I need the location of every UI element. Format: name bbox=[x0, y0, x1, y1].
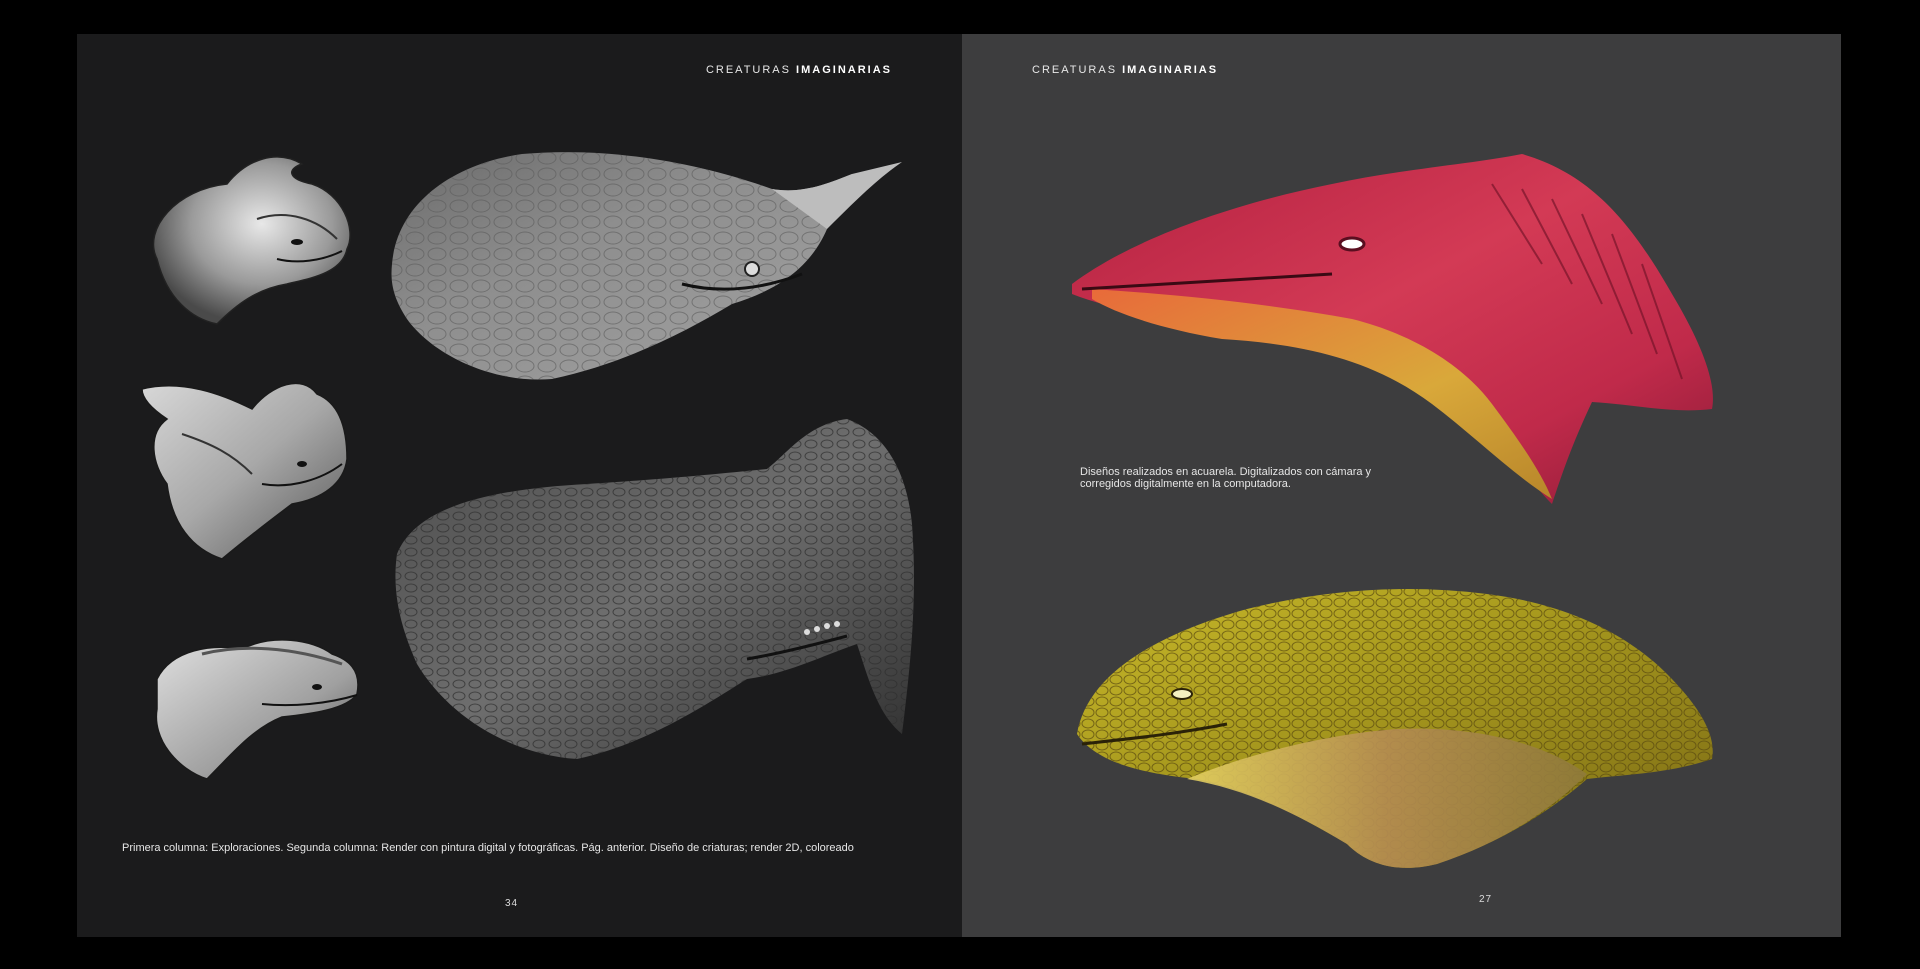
exploration-sketch-3 bbox=[155, 639, 359, 780]
left-page-number: 34 bbox=[505, 898, 519, 909]
left-page-header: CREATURAS IMAGINARIAS bbox=[706, 64, 892, 76]
right-page-caption: Diseños realizados en acuarela. Digitali… bbox=[1080, 466, 1372, 490]
exploration-sketch-2 bbox=[141, 382, 348, 560]
right-page-number: 27 bbox=[1479, 894, 1493, 905]
armored-creature-render-1 bbox=[391, 152, 902, 380]
right-page-header: CREATURAS IMAGINARIAS bbox=[1032, 64, 1218, 76]
left-page-caption: Primera columna: Exploraciones. Segunda … bbox=[122, 842, 854, 854]
book-spread: CREATURAS IMAGINARIAS Primera columna: E… bbox=[77, 34, 1841, 937]
header-light: CREATURAS bbox=[1032, 64, 1118, 76]
header-bold: IMAGINARIAS bbox=[796, 64, 892, 76]
yellow-creature-watercolor bbox=[1077, 589, 1713, 868]
left-page: CREATURAS IMAGINARIAS Primera columna: E… bbox=[77, 34, 962, 937]
exploration-sketch-1 bbox=[152, 156, 351, 325]
header-bold: IMAGINARIAS bbox=[1122, 64, 1219, 76]
right-page: CREATURAS IMAGINARIAS Diseños realizados… bbox=[962, 34, 1841, 937]
header-light: CREATURAS bbox=[705, 64, 791, 76]
armored-creature-render-2 bbox=[395, 419, 914, 759]
red-creature-watercolor bbox=[1072, 154, 1713, 504]
